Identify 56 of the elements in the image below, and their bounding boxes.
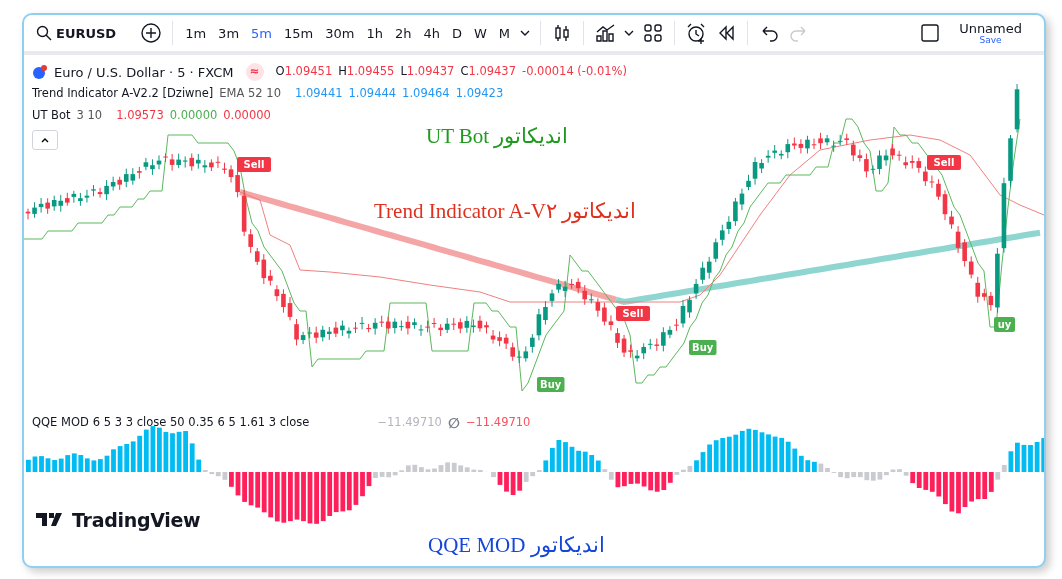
ohlc-value: C1.09437 <box>460 66 516 78</box>
ohlc-value: O1.09451 <box>275 66 333 78</box>
interval-button[interactable]: D <box>445 24 468 42</box>
interval-button[interactable]: 3m <box>212 24 246 42</box>
indicator-params: EMA 52 10 <box>219 88 281 100</box>
fullscreen-icon <box>919 22 942 44</box>
ohlc-value: H1.09455 <box>338 66 395 78</box>
indicator-value: 1.09441 <box>295 88 343 100</box>
layout-grid-icon <box>642 22 665 44</box>
indicators-icon <box>594 22 617 44</box>
indicator-value: 0.00000 <box>169 110 218 122</box>
indicator-value: −11.49710 <box>465 417 531 429</box>
price-change: -0.00014 (-0.01%) <box>522 66 628 78</box>
indicator-value: 1.09423 <box>455 88 504 100</box>
interval-button[interactable]: 1h <box>360 24 389 42</box>
chevron-down-icon <box>624 30 635 36</box>
symbol-search[interactable]: EURUSD <box>32 23 137 43</box>
interval-button[interactable]: 1m <box>179 24 213 42</box>
interval-button[interactable]: W <box>468 24 493 42</box>
search-icon <box>36 25 52 41</box>
interval-button[interactable]: 30m <box>319 24 361 42</box>
interval-button[interactable]: 15m <box>278 24 320 42</box>
chevron-down-icon <box>520 30 531 36</box>
annotation-text: اندیکاتور Trend Indicator A-V۲ <box>374 200 637 224</box>
market-status-icon: ≈ <box>245 63 264 81</box>
sell-signal: Sell <box>237 157 271 172</box>
indicator-value: −11.49710 <box>377 417 442 429</box>
indicator-value: 0.00000 <box>223 110 271 122</box>
ohlc-value: L1.09437 <box>400 66 455 78</box>
interval-button[interactable]: 4h <box>417 24 446 42</box>
indicator-params: 3 10 <box>76 110 103 122</box>
add-symbol-icon <box>140 22 163 44</box>
indicator-value: ∅ <box>447 416 460 430</box>
globe-icon <box>32 64 48 80</box>
chevron-up-icon <box>40 136 50 144</box>
sell-signal: Sell <box>927 155 961 170</box>
indicator-value: 1.09444 <box>348 88 397 100</box>
layout-name-button[interactable]: Unnamed Save <box>945 21 1044 45</box>
indicator-value: 1.09464 <box>402 88 450 100</box>
buy-signal: uy <box>994 317 1015 332</box>
buy-signal: Buy <box>537 377 565 392</box>
indicator-name: Trend Indicator A-V2.2 [Dziwne] <box>32 88 214 100</box>
annotation-text: اندیکاتور QQE MOD <box>428 534 605 558</box>
collapse-legend-button[interactable] <box>32 130 58 150</box>
annotation-text: اندیکاتور UT Bot <box>426 125 569 149</box>
buy-signal: Buy <box>689 340 717 355</box>
indicator-name: UT Bot <box>32 110 71 122</box>
indicator-name: QQE MOD <box>32 417 89 429</box>
indicator-value: 1.09573 <box>116 110 164 122</box>
interval-button[interactable]: 5m <box>245 24 278 42</box>
brand-name: TradingView <box>72 508 201 533</box>
interval-button[interactable]: M <box>492 24 517 42</box>
indicator-params: 6 5 3 3 close 50 0.35 6 5 1.61 3 close <box>92 417 310 429</box>
sell-signal: Sell <box>616 306 650 321</box>
symbol-title: Euro / U.S. Dollar · 5 · FXCM <box>54 65 234 79</box>
interval-button[interactable]: 2h <box>388 24 418 42</box>
